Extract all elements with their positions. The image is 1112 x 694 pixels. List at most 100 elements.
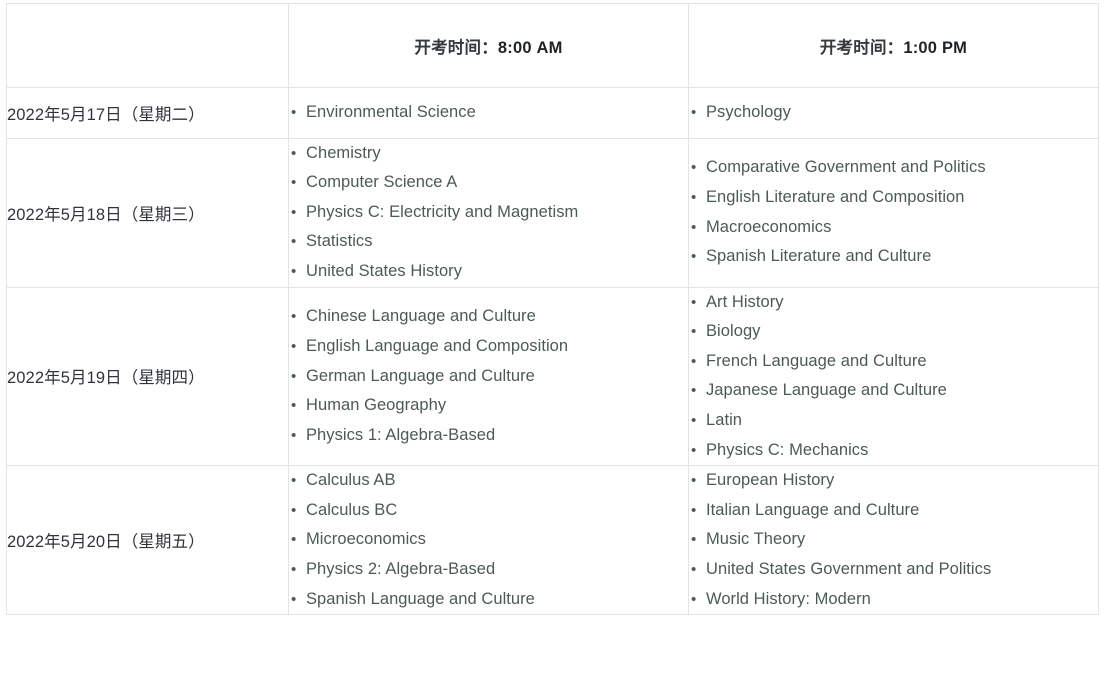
subject-list-item: • Calculus BC — [289, 496, 688, 526]
subject-label: Biology — [706, 322, 761, 341]
bullet-icon: • — [691, 293, 697, 311]
subject-list-item: • United States History — [289, 257, 688, 287]
bullet-icon: • — [291, 203, 297, 221]
subject-list-item: • Statistics — [289, 227, 688, 257]
subject-label: Comparative Government and Politics — [706, 158, 986, 177]
subject-label: Physics 1: Algebra-Based — [306, 425, 496, 444]
subject-list-afternoon: • Psychology — [689, 98, 1098, 128]
subject-list-item: • German Language and Culture — [289, 362, 688, 392]
header-cell-morning: 开考时间：8:00 AM — [288, 3, 689, 88]
bullet-icon: • — [691, 501, 697, 519]
subject-list-cell-afternoon: • Comparative Government and Politics • Eng… — [688, 137, 1099, 288]
exam-date-cell: 2022年5月18日（星期三） — [6, 137, 289, 288]
subject-label: English Language and Composition — [306, 336, 569, 355]
subject-label: Environmental Science — [306, 103, 476, 121]
bullet-icon: • — [691, 441, 697, 459]
subject-label: Art History — [706, 292, 784, 311]
subject-list-cell-morning: • Environmental Science — [288, 87, 689, 139]
subject-list-cell-afternoon: • Art History • Biology • French Language and… — [688, 286, 1099, 467]
exam-date-cell: 2022年5月20日（星期五） — [6, 465, 289, 616]
subject-label: Spanish Language and Culture — [306, 589, 535, 608]
subject-list-item: • Art History — [689, 288, 1098, 318]
subject-label: Physics C: Electricity and Magnetism — [306, 202, 579, 221]
subject-list-item: • Computer Science A — [289, 168, 688, 198]
subject-list-item: • World History: Modern — [689, 585, 1098, 615]
header-cell-afternoon: 开考时间：1:00 PM — [688, 3, 1099, 88]
bullet-icon: • — [291, 233, 297, 251]
subject-list-item: • United States Government and Politics — [689, 555, 1098, 585]
bullet-icon: • — [291, 337, 297, 355]
subject-label: Calculus AB — [306, 471, 396, 490]
afternoon-header-label: 开考时间：1:00 PM — [820, 34, 967, 58]
subject-list-cell-morning: • Calculus AB • Calculus BC • Microeconomics •… — [288, 465, 689, 616]
bullet-icon: • — [691, 472, 697, 490]
exam-schedule-container: 开考时间：8:00 AM 开考时间：1:00 PM 2022年5月17日（星期二… — [6, 3, 1099, 616]
subject-label: Physics C: Mechanics — [706, 440, 869, 459]
subject-list-item: • Physics C: Electricity and Magnetism — [289, 198, 688, 228]
bullet-icon: • — [291, 531, 297, 549]
subject-list-item: • Chinese Language and Culture — [289, 302, 688, 332]
subject-list-item: • Human Geography — [289, 391, 688, 421]
subject-label: United States History — [306, 261, 463, 280]
bullet-icon: • — [291, 308, 297, 326]
subject-label: Calculus BC — [306, 500, 398, 519]
table-body: 2022年5月17日（星期二） • Environmental Science • Ps… — [6, 87, 1099, 616]
subject-list-item: • English Language and Composition — [289, 332, 688, 362]
bullet-icon: • — [291, 501, 297, 519]
subject-list-item: • Comparative Government and Politics — [689, 153, 1098, 183]
subject-list-item: • Physics 2: Algebra-Based — [289, 555, 688, 585]
bullet-icon: • — [691, 411, 697, 429]
subject-list-morning: • Chinese Language and Culture • English La… — [289, 302, 688, 450]
bullet-icon: • — [691, 159, 697, 177]
subject-list-cell-afternoon: • Psychology — [688, 87, 1099, 139]
table-header: 开考时间：8:00 AM 开考时间：1:00 PM — [6, 3, 1099, 88]
subject-list-item: • Italian Language and Culture — [689, 496, 1098, 526]
afternoon-header-cn-text: 开考时间： — [819, 38, 904, 57]
bullet-icon: • — [291, 426, 297, 444]
subject-list-item: • Microeconomics — [289, 525, 688, 555]
subject-label: Statistics — [306, 232, 373, 251]
header-cell-date — [6, 3, 289, 88]
subject-list-morning: • Calculus AB • Calculus BC • Microeconomics •… — [289, 466, 688, 614]
bullet-icon: • — [691, 248, 697, 266]
bullet-icon: • — [691, 560, 697, 578]
subject-list-item: • English Literature and Composition — [689, 183, 1098, 213]
morning-header-cn-text: 开考时间： — [414, 38, 498, 57]
table-row: 2022年5月18日（星期三） • Chemistry • Computer Scien… — [6, 137, 1099, 288]
subject-label: Macroeconomics — [706, 217, 832, 236]
subject-label: Chemistry — [306, 143, 381, 162]
exam-schedule-table: 开考时间：8:00 AM 开考时间：1:00 PM 2022年5月17日（星期二… — [6, 3, 1099, 616]
subject-list-item: • Psychology — [689, 98, 1098, 128]
table-row: 2022年5月17日（星期二） • Environmental Science • Ps… — [6, 87, 1099, 139]
subject-list-item: • European History — [689, 466, 1098, 496]
subject-label: Human Geography — [306, 396, 447, 415]
subject-list-item: • Spanish Literature and Culture — [689, 242, 1098, 272]
bullet-icon: • — [691, 352, 697, 370]
bullet-icon: • — [291, 262, 297, 280]
subject-label: United States Government and Politics — [706, 559, 992, 578]
subject-list-cell-morning: • Chemistry • Computer Science A • Physics C:… — [288, 137, 689, 288]
header-row: 开考时间：8:00 AM 开考时间：1:00 PM — [6, 3, 1099, 88]
subject-list-cell-afternoon: • European History • Italian Language and C… — [688, 465, 1099, 616]
subject-list-item: • Macroeconomics — [689, 213, 1098, 243]
subject-list-item: • Calculus AB — [289, 466, 688, 496]
subject-list-item: • Physics C: Mechanics — [689, 436, 1098, 466]
bullet-icon: • — [291, 397, 297, 415]
subject-label: World History: Modern — [706, 589, 871, 608]
subject-list-item: • Biology — [689, 317, 1098, 347]
subject-label: Computer Science A — [306, 173, 458, 192]
subject-label: Microeconomics — [306, 530, 426, 549]
afternoon-header-time: 1:00 PM — [903, 38, 968, 57]
bullet-icon: • — [291, 144, 297, 162]
subject-list-afternoon: • Comparative Government and Politics • Eng… — [689, 153, 1098, 271]
bullet-icon: • — [691, 104, 697, 121]
subject-list-cell-morning: • Chinese Language and Culture • English La… — [288, 286, 689, 467]
subject-list-morning: • Environmental Science — [289, 98, 688, 128]
bullet-icon: • — [691, 323, 697, 341]
bullet-icon: • — [691, 590, 697, 608]
bullet-icon: • — [291, 472, 297, 490]
bullet-icon: • — [291, 560, 297, 578]
subject-list-afternoon: • Art History • Biology • French Language and… — [689, 288, 1098, 466]
subject-label: Chinese Language and Culture — [306, 307, 536, 326]
subject-label: Italian Language and Culture — [706, 500, 920, 519]
